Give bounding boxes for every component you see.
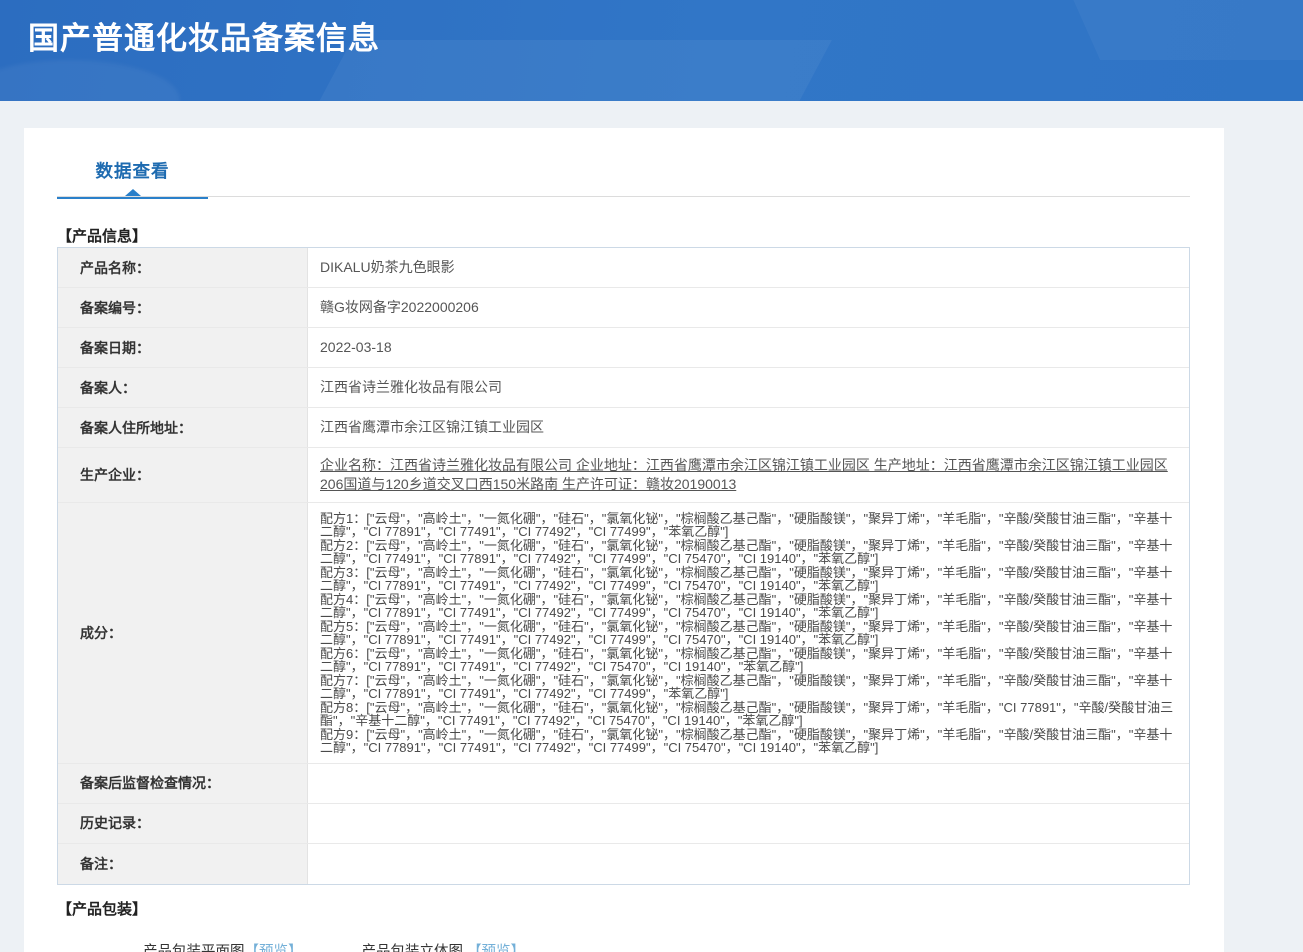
table-row-registration-number: 备案编号： 赣G妆网备字2022000206	[58, 288, 1189, 328]
formula-line-2: 配方2：["云母"，"高岭土"，"一氮化硼"，"硅石"，"氯氧化铋"，"棕榈酸乙…	[320, 537, 1173, 567]
row-value: 江西省鹰潭市余江区锦江镇工业园区	[320, 419, 544, 436]
table-row-registration-date: 备案日期： 2022-03-18	[58, 328, 1189, 368]
ingredients-value: 配方1：["云母"，"高岭土"，"一氮化硼"，"硅石"，"氯氧化铋"，"棕榈酸乙…	[308, 503, 1189, 763]
page-title: 国产普通化妆品备案信息	[28, 21, 380, 56]
row-label: 生产企业：	[58, 448, 308, 502]
row-label: 产品名称：	[58, 248, 308, 287]
tab-bar: 数据查看	[57, 128, 1190, 199]
product-info-section-title: 【产品信息】	[57, 228, 148, 245]
formula-line-6: 配方6：["云母"，"高岭土"，"一氮化硼"，"硅石"，"氯氧化铋"，"棕榈酸乙…	[320, 645, 1173, 675]
row-label: 备案日期：	[58, 328, 308, 367]
formula-line-7: 配方7：["云母"，"高岭土"，"一氮化硼"，"硅石"，"氯氧化铋"，"棕榈酸乙…	[320, 672, 1173, 702]
row-label: 备案人住所地址：	[58, 408, 308, 447]
product-info-table: 产品名称： DIKALU奶茶九色眼影 备案编号： 赣G妆网备字202200020…	[57, 247, 1190, 885]
row-label: 备案后监督检查情况：	[58, 763, 308, 803]
packaging-flat-item: 产品包装平面图【预览】	[143, 940, 303, 952]
row-value: 赣G妆网备字2022000206	[320, 299, 479, 316]
row-value	[308, 764, 1189, 803]
tab-active-arrow-icon	[124, 189, 141, 196]
packaging-3d-item: 产品包装立体图 【预览】	[362, 940, 526, 952]
table-row-registrant-address: 备案人住所地址： 江西省鹰潭市余江区锦江镇工业园区	[58, 408, 1189, 448]
row-value	[308, 804, 1189, 843]
formula-line-8: 配方8：["云母"，"高岭土"，"一氮化硼"，"硅石"，"氯氧化铋"，"棕榈酸乙…	[320, 699, 1174, 729]
packaging-3d-label: 产品包装立体图	[361, 943, 468, 952]
page-header: 国产普通化妆品备案信息	[0, 0, 1303, 101]
packaging-3d-preview-link[interactable]: 【预览】	[467, 944, 525, 952]
table-row-supervision: 备案后监督检查情况：	[58, 763, 1189, 804]
row-value	[308, 844, 1189, 884]
packaging-links-row: 产品包装平面图【预览】 产品包装立体图 【预览】	[57, 940, 1190, 952]
row-label: 备案编号：	[58, 288, 308, 327]
tab-bar-divider	[57, 196, 1190, 197]
packaging-flat-preview-link[interactable]: 【预览】	[245, 944, 303, 952]
packaging-section-title: 【产品包装】	[57, 900, 148, 918]
row-label: 历史记录：	[58, 803, 308, 843]
table-row-history: 历史记录：	[58, 803, 1189, 844]
table-row-remarks: 备注：	[58, 843, 1189, 884]
table-row-ingredients: 成分： 配方1：["云母"，"高岭土"，"一氮化硼"，"硅石"，"氯氧化铋"，"…	[58, 502, 1189, 764]
row-label: 成分：	[58, 502, 308, 763]
manufacturer-link[interactable]: 企业名称：江西省诗兰雅化妆品有限公司 企业地址：江西省鹰潭市余江区锦江镇工业园区…	[308, 448, 1189, 502]
formula-line-3: 配方3：["云母"，"高岭土"，"一氮化硼"，"硅石"，"氯氧化铋"，"棕榈酸乙…	[320, 564, 1173, 594]
formula-line-5: 配方5：["云母"，"高岭土"，"一氮化硼"，"硅石"，"氯氧化铋"，"棕榈酸乙…	[320, 618, 1173, 648]
tab-data-view[interactable]: 数据查看	[57, 158, 208, 199]
row-value: DIKALU奶茶九色眼影	[320, 259, 455, 276]
table-row-manufacturer: 生产企业： 企业名称：江西省诗兰雅化妆品有限公司 企业地址：江西省鹰潭市余江区锦…	[58, 448, 1189, 503]
formula-line-9: 配方9：["云母"，"高岭土"，"一氮化硼"，"硅石"，"氯氧化铋"，"棕榈酸乙…	[320, 726, 1173, 756]
content-card: 数据查看 【产品信息】 产品名称： DIKALU奶茶九色眼影 备案编号： 赣G妆…	[24, 128, 1224, 952]
packaging-flat-label: 产品包装平面图	[143, 943, 245, 952]
row-value: 江西省诗兰雅化妆品有限公司	[320, 379, 502, 396]
row-label: 备案人：	[58, 368, 308, 407]
table-row-product-name: 产品名称： DIKALU奶茶九色眼影	[58, 248, 1189, 288]
row-label: 备注：	[58, 843, 308, 884]
formula-line-1: 配方1：["云母"，"高岭土"，"一氮化硼"，"硅石"，"氯氧化铋"，"棕榈酸乙…	[320, 510, 1173, 540]
header-decor-shape	[0, 60, 180, 101]
formula-line-4: 配方4：["云母"，"高岭土"，"一氮化硼"，"硅石"，"氯氧化铋"，"棕榈酸乙…	[320, 591, 1173, 621]
row-value: 2022-03-18	[320, 339, 392, 356]
tab-data-view-label: 数据查看	[95, 161, 170, 181]
table-row-registrant: 备案人： 江西省诗兰雅化妆品有限公司	[58, 368, 1189, 408]
